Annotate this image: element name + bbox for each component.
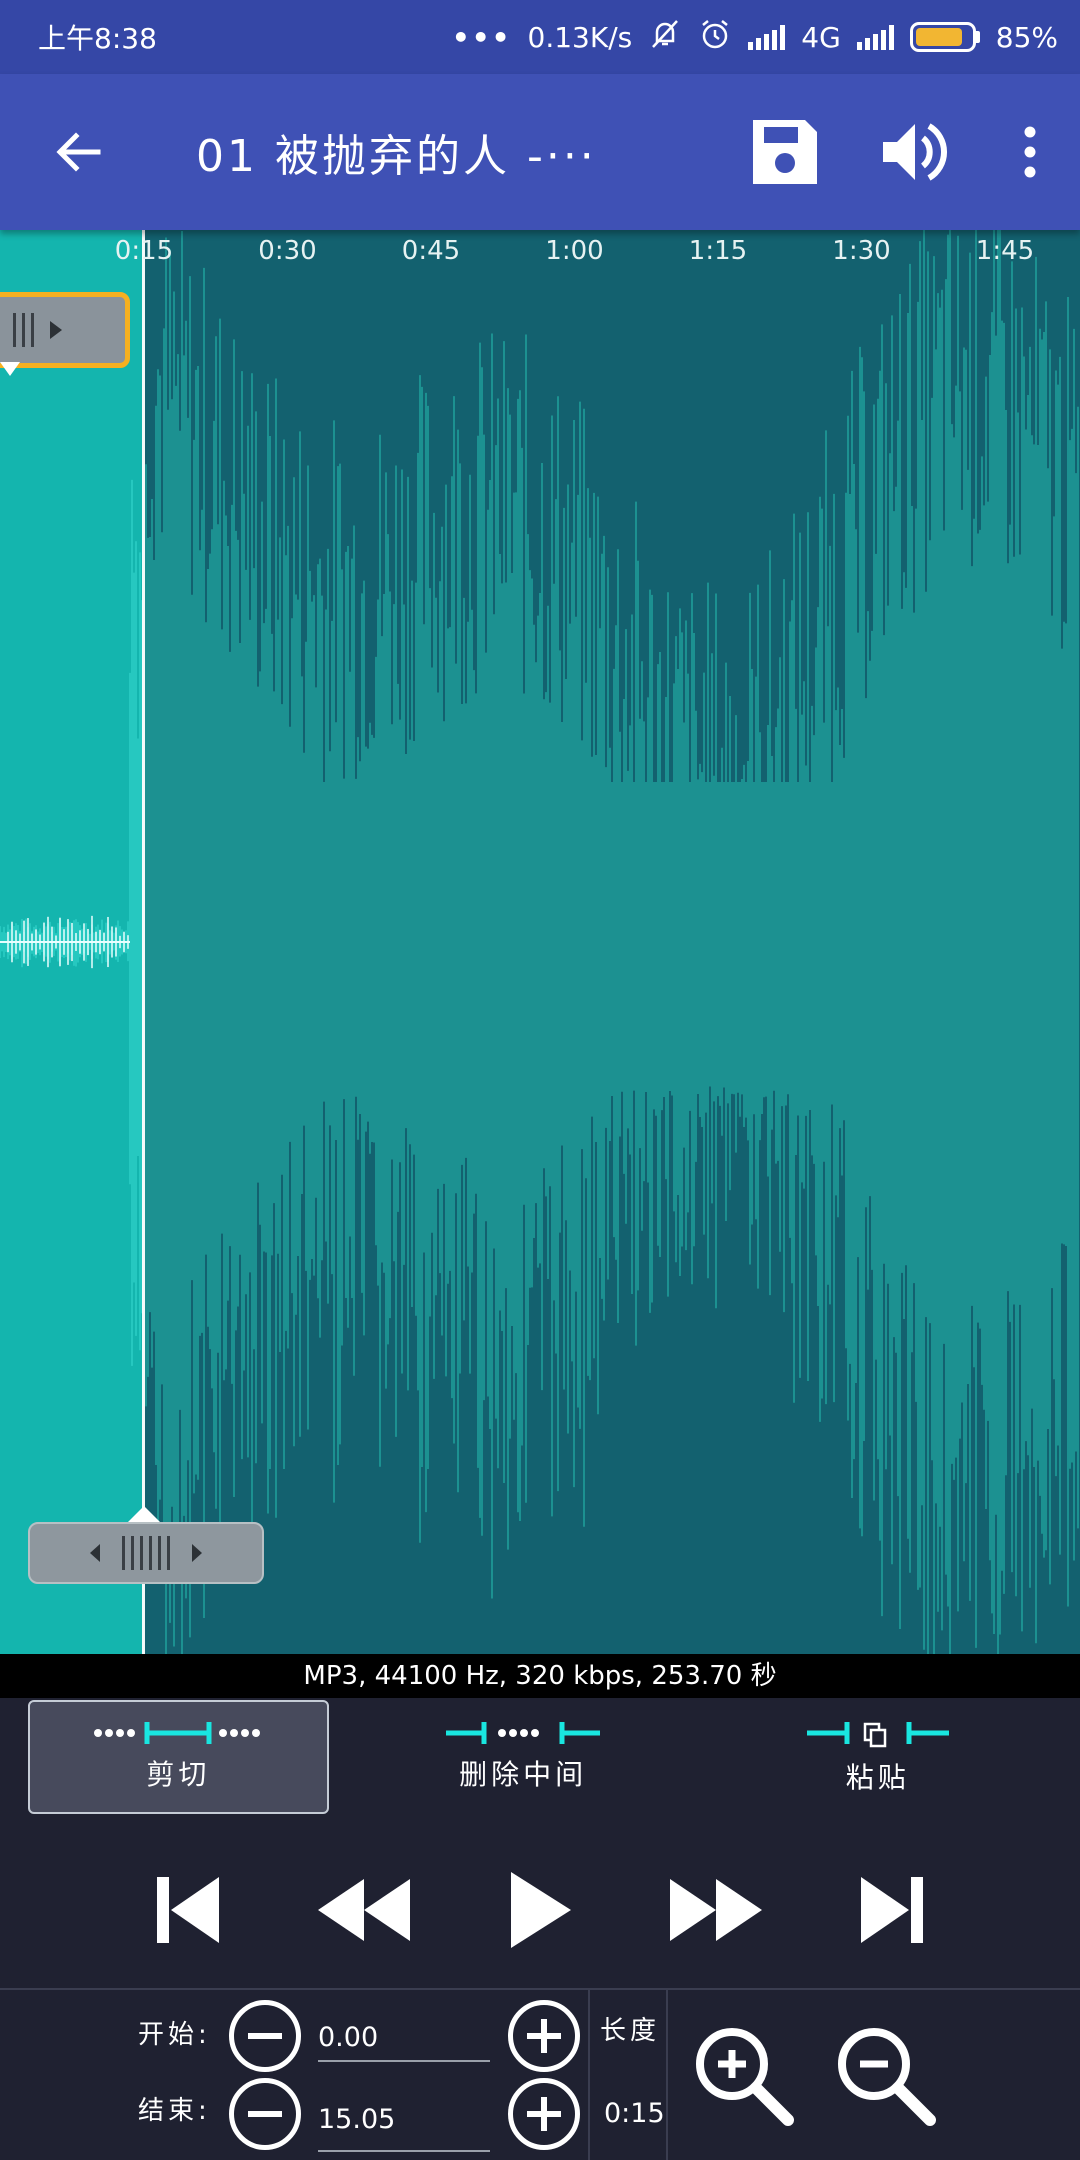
fast-forward-icon [670, 1879, 762, 1941]
signal-icon [748, 24, 786, 50]
save-button[interactable] [720, 74, 850, 230]
start-decrease-button[interactable] [229, 2000, 301, 2072]
mode-delete-middle[interactable]: 删除中间 [373, 1700, 674, 1814]
alarm-icon [698, 17, 732, 58]
minus-icon [248, 2033, 282, 2039]
grip-icon [122, 1536, 170, 1570]
start-input-underline [318, 2060, 490, 2062]
start-marker-handle[interactable] [0, 292, 130, 368]
skip-to-start-icon [157, 1877, 219, 1943]
skip-to-start-button[interactable] [133, 1855, 243, 1965]
timeline-tick: 1:00 [545, 236, 604, 266]
edit-mode-bar: 剪切 删除中间 粘贴 [0, 1698, 1080, 1828]
waveform [0, 230, 1079, 1654]
fast-forward-button[interactable] [661, 1855, 771, 1965]
rewind-button[interactable] [309, 1855, 419, 1965]
end-input-underline [318, 2150, 490, 2152]
length-value: 0:15 [604, 2098, 665, 2129]
timeline-tick: 0:45 [401, 236, 461, 266]
divider [666, 1990, 668, 2160]
zoom-in-icon[interactable] [690, 2022, 800, 2132]
timeline-tick: 1:45 [975, 236, 1035, 266]
skip-to-end-icon [861, 1877, 923, 1943]
file-title: 01 被抛弃的人 -··· [196, 131, 597, 182]
mode-label: 删除中间 [459, 1758, 588, 1791]
divider [588, 1990, 590, 2160]
save-floppy-icon [753, 120, 817, 184]
mode-cut[interactable]: 剪切 [28, 1700, 329, 1814]
length-label: 长度 [600, 2016, 661, 2046]
status-bar: 上午8:38 ••• 0.13K/s 4G 85% [0, 0, 1080, 74]
file-info: MP3, 44100 Hz, 320 kbps, 253.70 秒 [0, 1654, 1080, 1698]
mode-label: 剪切 [146, 1758, 211, 1791]
end-time-input[interactable]: 15.05 [318, 2104, 395, 2135]
arrow-left-icon [90, 1544, 100, 1562]
more-vert-icon [1024, 126, 1036, 178]
end-marker-handle[interactable] [28, 1522, 264, 1584]
arrow-right-icon [50, 321, 62, 339]
start-increase-button[interactable] [508, 2000, 580, 2072]
start-label: 开始: [138, 2020, 211, 2050]
mode-paste[interactable]: 粘贴 [727, 1700, 1028, 1814]
paste-icon [806, 1722, 949, 1748]
timeline-tick: 1:30 [832, 236, 891, 266]
timeline-tick: 0:30 [258, 236, 317, 266]
battery-percent: 85% [995, 20, 1058, 54]
trim-panel: 开始: 0.00 结束: 15.05 长度 0:15 [0, 1988, 1080, 2160]
zoom-out-icon[interactable] [832, 2022, 942, 2132]
back-button[interactable] [0, 74, 156, 230]
start-marker-pointer [0, 362, 20, 376]
end-decrease-button[interactable] [229, 2078, 301, 2150]
status-time: 上午8:38 [38, 22, 157, 55]
trim-keep-icon [94, 1722, 261, 1744]
back-arrow-icon [56, 132, 101, 172]
battery-icon [909, 22, 980, 52]
mute-bell-icon [648, 17, 682, 58]
skip-to-end-button[interactable] [837, 1855, 947, 1965]
arrow-right-icon [192, 1544, 202, 1562]
transport-controls [0, 1830, 1080, 1990]
timeline-tick: 1:15 [688, 236, 748, 266]
timeline-tick: 0:15 [114, 236, 174, 266]
minus-icon [248, 2111, 282, 2117]
grip-icon [13, 313, 34, 347]
signal-icon-2 [856, 24, 894, 50]
volume-button[interactable] [850, 74, 980, 230]
rewind-icon [318, 1879, 410, 1941]
net-speed: 0.13K/s [527, 20, 633, 54]
end-increase-button[interactable] [508, 2078, 580, 2150]
volume-icon [883, 123, 948, 181]
play-icon [511, 1872, 571, 1948]
mode-label: 粘贴 [845, 1761, 910, 1794]
start-time-input[interactable]: 0.00 [318, 2022, 378, 2053]
end-marker-pointer [126, 1506, 162, 1524]
network-type: 4G [801, 20, 841, 54]
app-bar: 01 被抛弃的人 -··· [0, 74, 1080, 230]
play-button[interactable] [485, 1855, 595, 1965]
waveform-view[interactable] [0, 230, 1080, 1654]
more-notifications-icon: ••• [451, 20, 512, 54]
end-label: 结束: [138, 2096, 211, 2126]
trim-remove-icon [446, 1722, 601, 1744]
more-menu-button[interactable] [980, 74, 1080, 230]
